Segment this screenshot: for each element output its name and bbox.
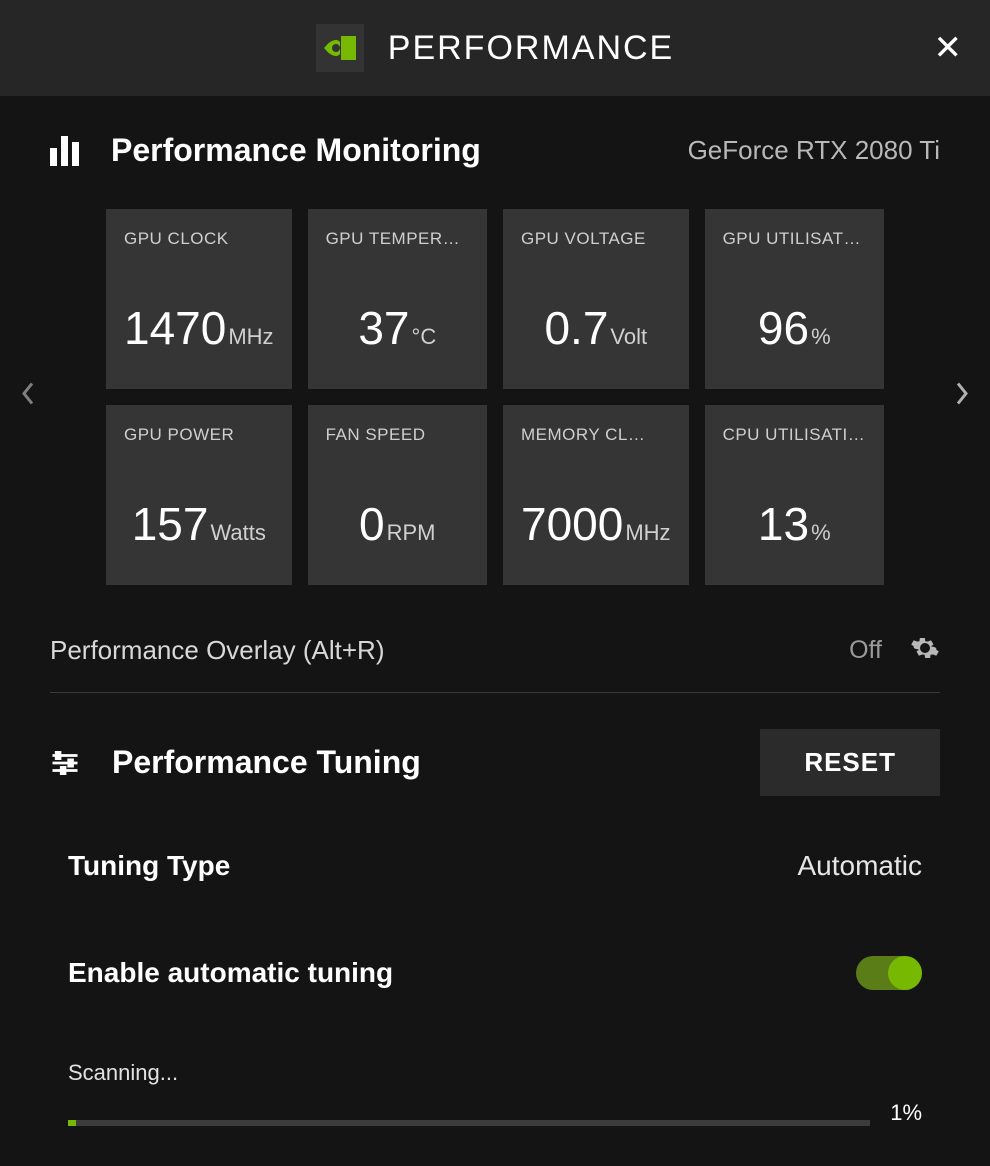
overlay-settings-button[interactable] <box>910 633 940 668</box>
gear-icon <box>910 633 940 663</box>
auto-tuning-row: Enable automatic tuning <box>50 956 940 990</box>
gpu-name: GeForce RTX 2080 Ti <box>688 135 940 166</box>
nvidia-logo <box>316 24 364 72</box>
stat-card-gpu-voltage[interactable]: GPU VOLTAGE 0.7Volt <box>503 209 689 389</box>
stat-value: 13 <box>758 497 809 551</box>
nvidia-eye-icon <box>324 36 356 60</box>
stat-value: 7000 <box>521 497 623 551</box>
auto-tuning-label: Enable automatic tuning <box>68 957 393 989</box>
scanning-label: Scanning... <box>68 1060 922 1086</box>
stat-label: GPU CLOCK <box>124 229 274 249</box>
bar-chart-icon <box>50 136 79 166</box>
tuning-type-value: Automatic <box>798 850 923 882</box>
tuning-type-row[interactable]: Tuning Type Automatic <box>50 850 940 882</box>
scanning-block: Scanning... 1% <box>50 1060 940 1126</box>
stat-label: FAN SPEED <box>326 425 469 445</box>
carousel-prev-button[interactable] <box>10 372 44 423</box>
stat-unit: % <box>811 520 831 546</box>
stat-unit: RPM <box>387 520 436 546</box>
overlay-status: Off <box>849 636 882 665</box>
stat-unit: °C <box>412 324 437 350</box>
stat-value: 96 <box>758 301 809 355</box>
stat-value: 0.7 <box>544 301 608 355</box>
carousel-next-button[interactable] <box>946 372 980 423</box>
overlay-label: Performance Overlay (Alt+R) <box>50 635 821 666</box>
stat-card-gpu-temp[interactable]: GPU TEMPER… 37°C <box>308 209 487 389</box>
toggle-knob <box>888 956 922 990</box>
panel-title: PERFORMANCE <box>388 29 674 68</box>
stat-unit: MHz <box>625 520 670 546</box>
auto-tuning-toggle[interactable] <box>856 956 922 990</box>
stat-value: 157 <box>132 497 209 551</box>
scan-progress-bar <box>68 1120 870 1126</box>
stat-card-mem-clock[interactable]: MEMORY CL… 7000MHz <box>503 405 689 585</box>
overlay-row: Performance Overlay (Alt+R) Off <box>50 633 940 693</box>
stat-value: 37 <box>358 301 409 355</box>
scan-progress-fill <box>68 1120 76 1126</box>
stat-label: GPU TEMPER… <box>326 229 469 249</box>
monitoring-header: Performance Monitoring GeForce RTX 2080 … <box>50 132 940 169</box>
chevron-right-icon <box>956 382 970 406</box>
tuning-icon <box>50 748 80 778</box>
tuning-type-label: Tuning Type <box>68 850 230 882</box>
close-button[interactable]: ✕ <box>934 31 963 65</box>
chevron-left-icon <box>20 382 34 406</box>
stat-value: 1470 <box>124 301 226 355</box>
stat-unit: MHz <box>228 324 273 350</box>
stat-label: CPU UTILISATI… <box>723 425 866 445</box>
monitoring-title: Performance Monitoring <box>111 132 688 169</box>
stat-label: GPU VOLTAGE <box>521 229 671 249</box>
stat-card-gpu-util[interactable]: GPU UTILISAT… 96% <box>705 209 884 389</box>
stat-card-fan-speed[interactable]: FAN SPEED 0RPM <box>308 405 487 585</box>
stat-unit: Volt <box>610 324 647 350</box>
tuning-header: Performance Tuning RESET <box>50 729 940 796</box>
title-bar: PERFORMANCE ✕ <box>0 0 990 96</box>
stats-carousel: GPU CLOCK 1470MHz GPU TEMPER… 37°C GPU V… <box>50 209 940 585</box>
stat-label: GPU UTILISAT… <box>723 229 866 249</box>
stat-unit: Watts <box>210 520 265 546</box>
stat-card-gpu-clock[interactable]: GPU CLOCK 1470MHz <box>106 209 292 389</box>
scan-progress-percent: 1% <box>890 1100 922 1126</box>
reset-button[interactable]: RESET <box>760 729 940 796</box>
tuning-title: Performance Tuning <box>112 744 421 781</box>
stat-label: MEMORY CL… <box>521 425 671 445</box>
stat-card-cpu-util[interactable]: CPU UTILISATI… 13% <box>705 405 884 585</box>
stat-label: GPU POWER <box>124 425 274 445</box>
stat-unit: % <box>811 324 831 350</box>
stat-card-gpu-power[interactable]: GPU POWER 157Watts <box>106 405 292 585</box>
stat-value: 0 <box>359 497 385 551</box>
